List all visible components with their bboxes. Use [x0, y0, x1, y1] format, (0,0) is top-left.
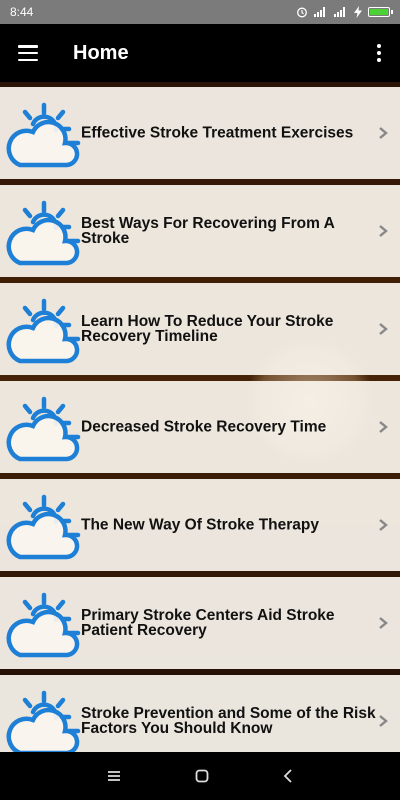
- chevron-right-icon: [379, 127, 388, 139]
- content-area[interactable]: Effective Stroke Treatment Exercises Best…: [0, 82, 400, 752]
- weather-sun-cloud-icon: [6, 298, 81, 364]
- weather-sun-cloud-icon: [6, 690, 81, 752]
- status-icons: [296, 6, 393, 18]
- chevron-right-icon: [379, 617, 388, 629]
- more-options-icon[interactable]: [377, 44, 381, 62]
- weather-sun-cloud-icon: [6, 200, 81, 266]
- list-item[interactable]: Best Ways For Recovering From A Stroke: [0, 185, 400, 277]
- chevron-right-icon: [379, 225, 388, 237]
- list-item[interactable]: The New Way Of Stroke Therapy: [0, 479, 400, 571]
- app-bar: Home: [0, 24, 400, 82]
- list-item-label: The New Way Of Stroke Therapy: [81, 516, 320, 534]
- signal-icon: [314, 7, 328, 17]
- chevron-right-icon: [379, 715, 388, 727]
- list-item-label: Primary Stroke Centers Aid Stroke Patien…: [81, 607, 335, 639]
- list-item-label: Best Ways For Recovering From A Stroke: [81, 215, 335, 247]
- signal-icon: [334, 7, 348, 17]
- list-item[interactable]: Learn How To Reduce Your Stroke Recovery…: [0, 283, 400, 375]
- chevron-right-icon: [379, 519, 388, 531]
- recent-apps-icon[interactable]: [107, 770, 121, 782]
- status-time: 8:44: [10, 5, 34, 19]
- navigation-bar: [0, 752, 400, 800]
- list-item[interactable]: Effective Stroke Treatment Exercises: [0, 87, 400, 179]
- back-icon[interactable]: [283, 769, 293, 783]
- battery-icon: [368, 7, 393, 17]
- weather-sun-cloud-icon: [6, 396, 81, 462]
- home-nav-icon[interactable]: [195, 769, 209, 783]
- weather-sun-cloud-icon: [6, 494, 81, 560]
- weather-sun-cloud-icon: [6, 592, 81, 658]
- charging-icon: [354, 6, 362, 18]
- weather-sun-cloud-icon: [6, 102, 81, 168]
- list-item-label: Stroke Prevention and Some of the Risk F…: [81, 705, 376, 737]
- list-item[interactable]: Stroke Prevention and Some of the Risk F…: [0, 675, 400, 752]
- list-item-label: Decreased Stroke Recovery Time: [81, 418, 327, 436]
- list-item-label: Learn How To Reduce Your Stroke Recovery…: [81, 313, 334, 345]
- list-item-label: Effective Stroke Treatment Exercises: [81, 124, 354, 142]
- alarm-icon: [297, 7, 307, 18]
- page-title: Home: [73, 41, 129, 64]
- status-bar: 8:44: [0, 0, 400, 24]
- chevron-right-icon: [379, 323, 388, 335]
- list-item[interactable]: Primary Stroke Centers Aid Stroke Patien…: [0, 577, 400, 669]
- topic-list: Effective Stroke Treatment Exercises Best…: [0, 87, 400, 752]
- menu-icon[interactable]: [18, 45, 38, 61]
- list-item[interactable]: Decreased Stroke Recovery Time: [0, 381, 400, 473]
- chevron-right-icon: [379, 421, 388, 433]
